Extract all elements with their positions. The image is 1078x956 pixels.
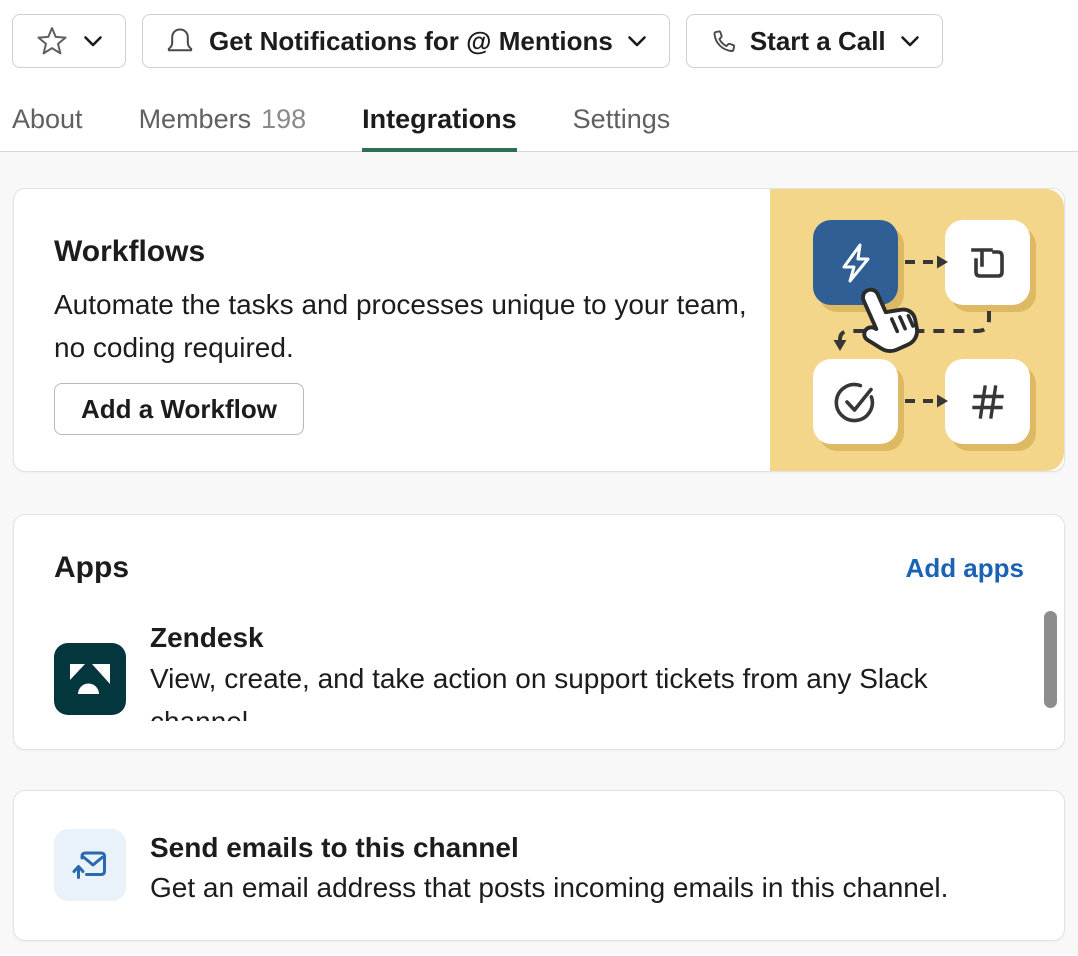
apps-scrollbar-thumb[interactable] — [1044, 611, 1057, 708]
start-call-button[interactable]: Start a Call — [686, 14, 943, 68]
workflows-title: Workflows — [54, 235, 770, 269]
app-text-block: Zendesk View, create, and take action on… — [150, 621, 1000, 721]
workflows-card: Workflows Automate the tasks and process… — [13, 188, 1065, 472]
tab-settings[interactable]: Settings — [573, 68, 671, 151]
members-count: 198 — [261, 104, 306, 134]
tab-members-label: Members — [139, 104, 252, 134]
tab-integrations[interactable]: Integrations — [362, 68, 517, 151]
star-channel-button[interactable] — [12, 14, 126, 68]
add-workflow-button[interactable]: Add a Workflow — [54, 383, 304, 435]
workflows-illustration — [770, 189, 1064, 471]
email-text-block: Send emails to this channel Get an email… — [150, 829, 948, 940]
integrations-tab-content: Workflows Automate the tasks and process… — [0, 152, 1078, 954]
tab-settings-label: Settings — [573, 104, 671, 134]
toolbar: Get Notifications for @ Mentions Start a… — [0, 0, 1078, 68]
tab-members[interactable]: Members 198 — [139, 68, 307, 151]
tab-about-label: About — [12, 104, 83, 134]
email-icon-tile — [54, 829, 126, 901]
workflows-description: Automate the tasks and processes unique … — [54, 283, 754, 369]
notifications-button-label: Get Notifications for @ Mentions — [209, 26, 613, 57]
apps-list: Zendesk View, create, and take action on… — [54, 621, 1024, 721]
tab-integrations-label: Integrations — [362, 104, 517, 134]
send-emails-card[interactable]: Send emails to this channel Get an email… — [13, 790, 1065, 941]
tab-bar: About Members 198 Integrations Settings — [0, 68, 1078, 152]
tab-about[interactable]: About — [12, 68, 83, 151]
app-name: Zendesk — [150, 623, 1000, 653]
notifications-button[interactable]: Get Notifications for @ Mentions — [142, 14, 670, 68]
channel-details-panel: Get Notifications for @ Mentions Start a… — [0, 0, 1078, 956]
star-icon — [35, 24, 69, 58]
zendesk-logo-icon — [54, 643, 126, 715]
app-description: View, create, and take action on support… — [150, 657, 1000, 721]
chevron-down-icon — [627, 35, 647, 48]
email-card-title: Send emails to this channel — [150, 831, 948, 865]
add-apps-link[interactable]: Add apps — [906, 553, 1024, 584]
workflows-text-block: Workflows Automate the tasks and process… — [14, 189, 770, 471]
phone-icon — [709, 28, 736, 55]
apps-header: Apps Add apps — [54, 551, 1024, 585]
start-call-button-label: Start a Call — [750, 26, 886, 57]
chevron-down-icon — [83, 35, 103, 48]
email-card-description: Get an email address that posts incoming… — [150, 871, 948, 905]
apps-card: Apps Add apps Zendesk View, create, and … — [13, 514, 1065, 750]
email-inbound-icon — [68, 843, 112, 887]
bell-icon — [165, 26, 195, 56]
app-list-item-zendesk[interactable]: Zendesk View, create, and take action on… — [54, 621, 1024, 721]
chevron-down-icon — [900, 35, 920, 48]
apps-title: Apps — [54, 551, 129, 585]
